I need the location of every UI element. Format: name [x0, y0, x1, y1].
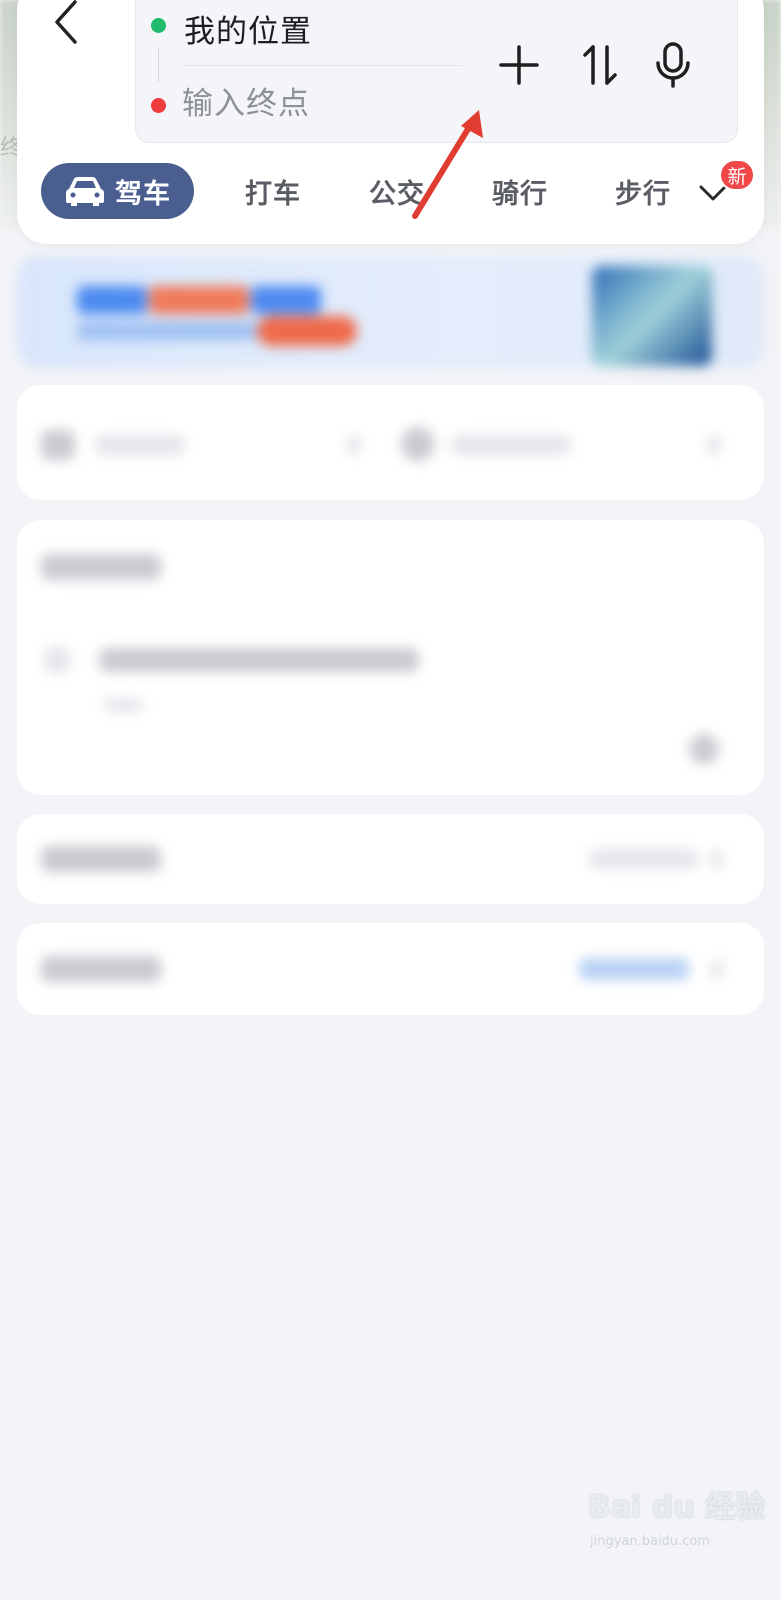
settings-row-card[interactable] [17, 923, 764, 1015]
tab-taxi[interactable]: 打车 [245, 163, 301, 219]
car-icon [66, 177, 104, 206]
row-value [589, 849, 699, 869]
back-button[interactable] [46, 0, 86, 44]
watermark-main: Bai du 经验 [588, 1490, 766, 1525]
shortcut-label [451, 435, 571, 455]
tab-walking[interactable]: 步行 [615, 163, 675, 219]
history-action-icon [689, 734, 719, 764]
chevron-right-icon [347, 435, 361, 455]
chevron-right-icon [711, 849, 723, 869]
input-divider [182, 65, 462, 66]
history-entry [99, 648, 419, 672]
history-icon [43, 646, 71, 674]
route-connector-line [158, 48, 159, 82]
add-waypoint-button[interactable] [492, 38, 546, 92]
travel-mode-tabs: 驾车 打车 公交 骑行 步行 新 [41, 159, 761, 221]
swap-route-button[interactable] [573, 38, 627, 92]
banner-graphic [77, 286, 147, 314]
chevron-right-icon [711, 959, 723, 979]
row-title [41, 956, 161, 982]
banner-graphic [77, 322, 257, 340]
promo-banner[interactable] [17, 256, 764, 368]
swap-vertical-icon [583, 45, 617, 85]
watermark: Bai du 经验 jingyan.baidu.com [588, 1482, 765, 1562]
plus-icon [499, 45, 539, 85]
annotation-arrow-icon [412, 110, 483, 219]
end-point-dot [151, 98, 166, 113]
microphone-icon [656, 42, 690, 88]
shortcut-icon [401, 427, 435, 461]
shortcut-icon [41, 430, 75, 460]
banner-image [592, 266, 712, 366]
history-meta [103, 698, 143, 712]
banner-button-graphic [257, 316, 357, 346]
banner-graphic [149, 286, 249, 314]
chevron-left-icon [55, 0, 77, 44]
settings-row-card[interactable] [17, 814, 764, 904]
tab-cycling[interactable]: 骑行 [492, 163, 548, 219]
tab-drive[interactable]: 驾车 [41, 163, 194, 219]
history-card [17, 520, 764, 795]
start-location-field[interactable]: 我的位置 [184, 6, 312, 51]
shortcut-label [95, 435, 185, 455]
tab-walking-label: 步行 [615, 178, 671, 210]
new-badge: 新 [719, 159, 755, 191]
banner-graphic [251, 286, 321, 314]
start-point-dot [151, 18, 166, 33]
row-value [579, 958, 689, 980]
chevron-right-icon [707, 435, 721, 455]
shortcut-card [17, 385, 764, 500]
row-title [41, 846, 161, 872]
voice-input-button[interactable] [646, 38, 700, 92]
watermark-url: jingyan.baidu.com [590, 1534, 710, 1549]
tab-cycling-label: 骑行 [492, 178, 548, 210]
tab-drive-label: 驾车 [115, 178, 171, 210]
section-title [41, 554, 161, 580]
tab-taxi-label: 打车 [245, 178, 301, 210]
